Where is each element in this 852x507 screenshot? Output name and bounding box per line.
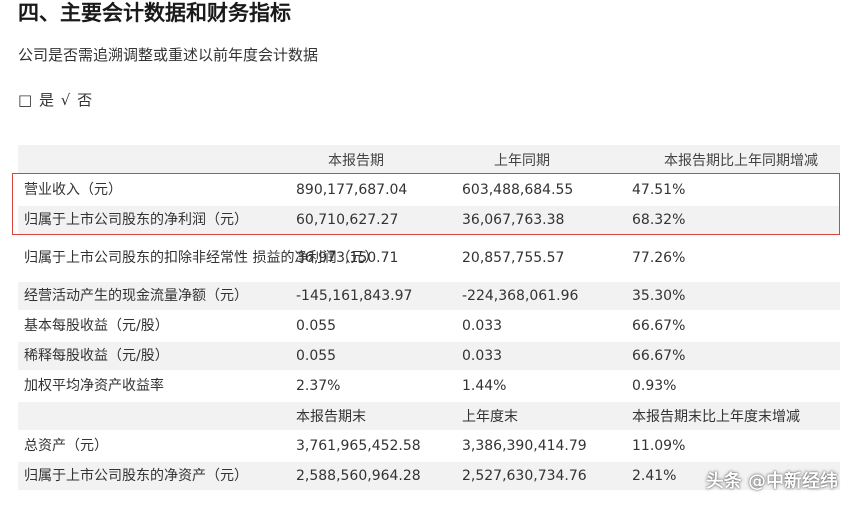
cell-value: 66.67% xyxy=(626,311,840,342)
header-cell: 本报告期比上年同期增减 xyxy=(626,145,840,176)
cell-value: 66.67% xyxy=(626,341,840,372)
cell-value: 36,973,150.71 xyxy=(290,235,456,282)
header-cell xyxy=(18,401,290,432)
table-row: 归属于上市公司股东的扣除非经常性 损益的净利润（元） 36,973,150.71… xyxy=(18,235,840,282)
row-label: 归属于上市公司股东的净资产（元） xyxy=(18,461,290,492)
row-label: 经营活动产生的现金流量净额（元） xyxy=(18,281,290,312)
cell-value: 603,488,684.55 xyxy=(456,175,626,206)
table-row: 总资产（元） 3,761,965,452.58 3,386,390,414.79… xyxy=(18,431,840,462)
choice-yes-label: 是 xyxy=(38,91,54,109)
cell-value: -145,161,843.97 xyxy=(290,281,456,312)
cell-value: 0.033 xyxy=(456,341,626,372)
header-cell: 本报告期 xyxy=(290,145,456,176)
row-label: 营业收入（元） xyxy=(18,175,290,206)
cell-value: 2,588,560,964.28 xyxy=(290,461,456,492)
row-label: 加权平均净资产收益率 xyxy=(18,371,290,402)
cell-value: 36,067,763.38 xyxy=(456,205,626,236)
header-cell: 上年度末 xyxy=(456,401,626,432)
table-subheader-row: 本报告期末 上年度末 本报告期末比上年度末增减 xyxy=(18,401,840,432)
cell-value: 20,857,755.57 xyxy=(456,235,626,282)
row-label: 基本每股收益（元/股） xyxy=(18,311,290,342)
cell-value: 2.37% xyxy=(290,371,456,402)
cell-value: 77.26% xyxy=(626,235,840,282)
restatement-choice: □ 是 √ 否 xyxy=(18,90,94,110)
choice-no-label: 否 xyxy=(77,91,93,109)
restatement-question: 公司是否需追溯调整或重述以前年度会计数据 xyxy=(18,46,319,64)
check-mark-icon: √ xyxy=(60,91,71,109)
section-heading: 四、主要会计数据和财务指标 xyxy=(18,1,291,25)
row-label: 归属于上市公司股东的扣除非经常性 损益的净利润（元） xyxy=(18,235,378,282)
cell-value: 0.055 xyxy=(290,311,456,342)
cell-value: 47.51% xyxy=(626,175,840,206)
cell-value: 890,177,687.04 xyxy=(290,175,456,206)
table-row: 归属于上市公司股东的净利润（元） 60,710,627.27 36,067,76… xyxy=(18,205,840,236)
row-label: 归属于上市公司股东的净利润（元） xyxy=(18,205,290,236)
row-label: 稀释每股收益（元/股） xyxy=(18,341,290,372)
financial-indicators-table: 本报告期 上年同期 本报告期比上年同期增减 营业收入（元） 890,177,68… xyxy=(18,145,840,492)
table-row: 加权平均净资产收益率 2.37% 1.44% 0.93% xyxy=(18,371,840,402)
watermark: 头条 @中新经纬 xyxy=(705,471,838,492)
table-row: 经营活动产生的现金流量净额（元） -145,161,843.97 -224,36… xyxy=(18,281,840,312)
cell-value: 0.055 xyxy=(290,341,456,372)
table-row: 基本每股收益（元/股） 0.055 0.033 66.67% xyxy=(18,311,840,342)
cell-value: 0.93% xyxy=(626,371,840,402)
cell-value: 3,386,390,414.79 xyxy=(456,431,626,462)
cell-value: 68.32% xyxy=(626,205,840,236)
cell-value: 0.033 xyxy=(456,311,626,342)
header-cell: 上年同期 xyxy=(456,145,626,176)
table-header-row: 本报告期 上年同期 本报告期比上年同期增减 xyxy=(18,145,840,176)
cell-value: 2,527,630,734.76 xyxy=(456,461,626,492)
cell-value: 1.44% xyxy=(456,371,626,402)
header-cell xyxy=(18,145,290,176)
cell-value: 11.09% xyxy=(626,431,840,462)
table-row: 营业收入（元） 890,177,687.04 603,488,684.55 47… xyxy=(18,175,840,206)
cell-value: 3,761,965,452.58 xyxy=(290,431,456,462)
header-cell: 本报告期末比上年度末增减 xyxy=(626,401,840,432)
cell-value: -224,368,061.96 xyxy=(456,281,626,312)
checkbox-icon: □ xyxy=(18,91,33,109)
row-label: 总资产（元） xyxy=(18,431,290,462)
cell-value: 35.30% xyxy=(626,281,840,312)
cell-value: 60,710,627.27 xyxy=(290,205,456,236)
table-row: 稀释每股收益（元/股） 0.055 0.033 66.67% xyxy=(18,341,840,372)
header-cell: 本报告期末 xyxy=(290,401,456,432)
